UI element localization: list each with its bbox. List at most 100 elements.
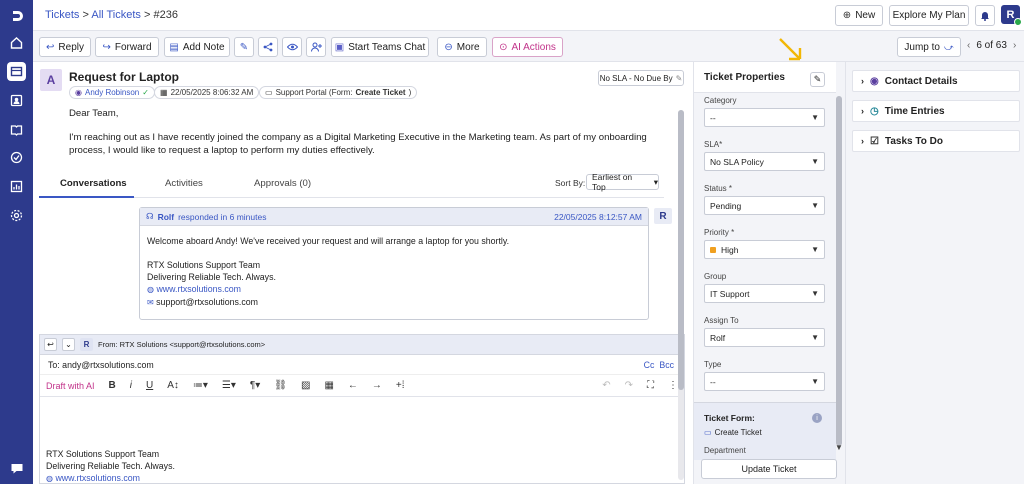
ticket-form-value-row: ▭ Create Ticket	[704, 428, 762, 437]
tab-approvals[interactable]: Approvals (0)	[254, 178, 311, 189]
start-teams-chat-button[interactable]: ▣ Start Teams Chat	[331, 37, 429, 57]
chat-icon[interactable]	[7, 459, 26, 478]
notifications-button[interactable]	[975, 5, 995, 26]
category-select[interactable]: -- ▼	[704, 108, 825, 127]
explore-my-plan-button[interactable]: Explore My Plan	[889, 5, 969, 26]
undo-icon[interactable]: ↶	[602, 380, 610, 391]
sla-select[interactable]: No SLA Policy ▼	[704, 152, 825, 171]
plus-circle-icon: ⊕	[842, 10, 852, 21]
tickets-icon[interactable]	[7, 62, 26, 81]
pager-label: 6 of 63	[976, 40, 1007, 51]
font-size-icon[interactable]: A↕	[167, 380, 179, 391]
created-date-chip: ▦ 22/05/2025 8:06:32 AM	[154, 86, 260, 99]
reply-editor: ↩ ⌄ R From: RTX Solutions <support@rtxso…	[39, 334, 685, 484]
breadcrumb-separator: >	[143, 9, 151, 21]
group-select[interactable]: IT Support ▼	[704, 284, 825, 303]
signature-team: RTX Solutions Support Team	[147, 260, 261, 270]
properties-scrollbar[interactable]	[836, 96, 842, 446]
editor-signature[interactable]: RTX Solutions Support Team Delivering Re…	[46, 448, 175, 484]
caret-down-icon: ▼	[811, 157, 819, 166]
reports-icon[interactable]	[7, 177, 26, 196]
priority-select[interactable]: High ▼	[704, 240, 825, 259]
reply-button[interactable]: ↩ Reply	[39, 37, 91, 57]
conversation-message: Welcome aboard Andy! We've received your…	[147, 236, 510, 246]
ai-actions-button[interactable]: ⊙ AI Actions	[492, 37, 563, 57]
knowledge-icon[interactable]	[7, 120, 26, 139]
home-icon[interactable]	[7, 33, 26, 52]
tab-activities[interactable]: Activities	[165, 178, 203, 189]
cc-link[interactable]: Cc	[644, 360, 655, 370]
requester-chip[interactable]: ◉ Andy Robinson ✓	[69, 86, 155, 99]
outdent-icon[interactable]: ←	[348, 380, 358, 391]
watch-button[interactable]	[282, 37, 302, 57]
sla-due-label: No SLA - No Due By	[599, 73, 673, 83]
tab-conversations[interactable]: Conversations	[60, 178, 127, 189]
forward-button[interactable]: ↪ Forward	[95, 37, 159, 57]
bullet-list-icon[interactable]: ☰▾	[222, 380, 236, 391]
next-ticket-icon[interactable]: ›	[1013, 40, 1016, 51]
italic-icon[interactable]: i	[130, 380, 132, 391]
caret-down-icon: ▼	[811, 113, 819, 122]
editor-signature-website[interactable]: www.rtxsolutions.com	[55, 473, 140, 483]
share-button[interactable]	[258, 37, 278, 57]
agent-icon: ☊	[146, 211, 154, 221]
image-icon[interactable]: ▨	[301, 380, 310, 391]
edit-properties-button[interactable]: ✎	[810, 72, 825, 87]
prev-ticket-icon[interactable]: ‹	[967, 40, 970, 51]
settings-icon[interactable]	[7, 206, 26, 225]
more-button[interactable]: ⊖ More	[437, 37, 487, 57]
info-icon: i	[812, 413, 822, 423]
chevron-down-icon[interactable]: ⌄	[62, 338, 75, 351]
bold-icon[interactable]: B	[109, 380, 116, 391]
edit-button[interactable]: ✎	[234, 37, 254, 57]
from-field[interactable]: From: RTX Solutions <support@rtxsolution…	[98, 340, 265, 349]
update-ticket-button[interactable]: Update Ticket	[701, 459, 837, 479]
contacts-icon[interactable]	[7, 91, 26, 110]
calendar-icon: ▦	[160, 88, 168, 97]
reply-mode-icon[interactable]: ↩	[44, 338, 57, 351]
pencil-icon: ✎	[675, 73, 683, 83]
conversation-header: ☊ Rolf responded in 6 minutes 22/05/2025…	[140, 208, 648, 226]
agent-avatar-initial: R	[659, 210, 667, 222]
type-select[interactable]: -- ▼	[704, 372, 825, 391]
draft-with-ai-button[interactable]: Draft with AI	[46, 381, 95, 391]
teams-icon: ▣	[334, 41, 345, 53]
jump-to-button[interactable]: Jump to ⤻	[897, 37, 961, 57]
table-icon[interactable]: ▦	[324, 380, 333, 391]
breadcrumb-tickets[interactable]: Tickets	[45, 9, 79, 21]
signature-tagline: Delivering Reliable Tech. Always.	[147, 272, 276, 282]
signature-website-link[interactable]: www.rtxsolutions.com	[156, 284, 241, 294]
scroll-down-icon[interactable]: ▼	[835, 443, 843, 452]
bcc-link[interactable]: Bcc	[659, 360, 674, 370]
underline-icon[interactable]: U	[146, 380, 153, 391]
numbered-list-icon[interactable]: ≔▾	[193, 380, 208, 391]
pager: ‹ 6 of 63 ›	[967, 40, 1016, 51]
time-entries-section[interactable]: › ◷ Time Entries	[852, 100, 1020, 122]
breadcrumb-all-tickets[interactable]: All Tickets	[91, 9, 141, 21]
to-field[interactable]: To: andy@rtxsolutions.com	[48, 360, 154, 370]
conversation-card: ☊ Rolf responded in 6 minutes 22/05/2025…	[139, 207, 649, 320]
more-vertical-icon[interactable]: ⋮	[668, 380, 678, 391]
add-user-button[interactable]	[306, 37, 326, 57]
indent-icon[interactable]: →	[372, 380, 382, 391]
redo-icon[interactable]: ↷	[625, 380, 633, 391]
time-entries-label: Time Entries	[884, 105, 945, 117]
tasks-to-do-section[interactable]: › ☑ Tasks To Do	[852, 130, 1020, 152]
add-note-button[interactable]: ▤ Add Note	[164, 37, 230, 57]
sla-due-box[interactable]: No SLA - No Due By ✎	[598, 70, 684, 86]
ticket-subject: Request for Laptop	[69, 70, 179, 84]
paragraph-icon[interactable]: ¶▾	[250, 380, 260, 391]
contact-details-section[interactable]: › ◉ Contact Details	[852, 70, 1020, 92]
main-scrollbar-thumb[interactable]	[678, 110, 684, 390]
horizontal-rule-icon[interactable]: +⁞	[396, 380, 405, 391]
logo-icon[interactable]	[7, 6, 26, 25]
status-select[interactable]: Pending ▼	[704, 196, 825, 215]
new-button[interactable]: ⊕ New	[835, 5, 883, 26]
editor-signature-team: RTX Solutions Support Team	[46, 449, 160, 459]
tasks-icon[interactable]	[7, 148, 26, 167]
source-suffix: )	[408, 88, 412, 97]
fullscreen-icon[interactable]: ⛶	[647, 380, 654, 391]
sort-select[interactable]: Earliest on Top ▾	[586, 172, 659, 192]
assign-to-select[interactable]: Rolf ▼	[704, 328, 825, 347]
link-icon[interactable]: ⛓	[274, 380, 287, 391]
